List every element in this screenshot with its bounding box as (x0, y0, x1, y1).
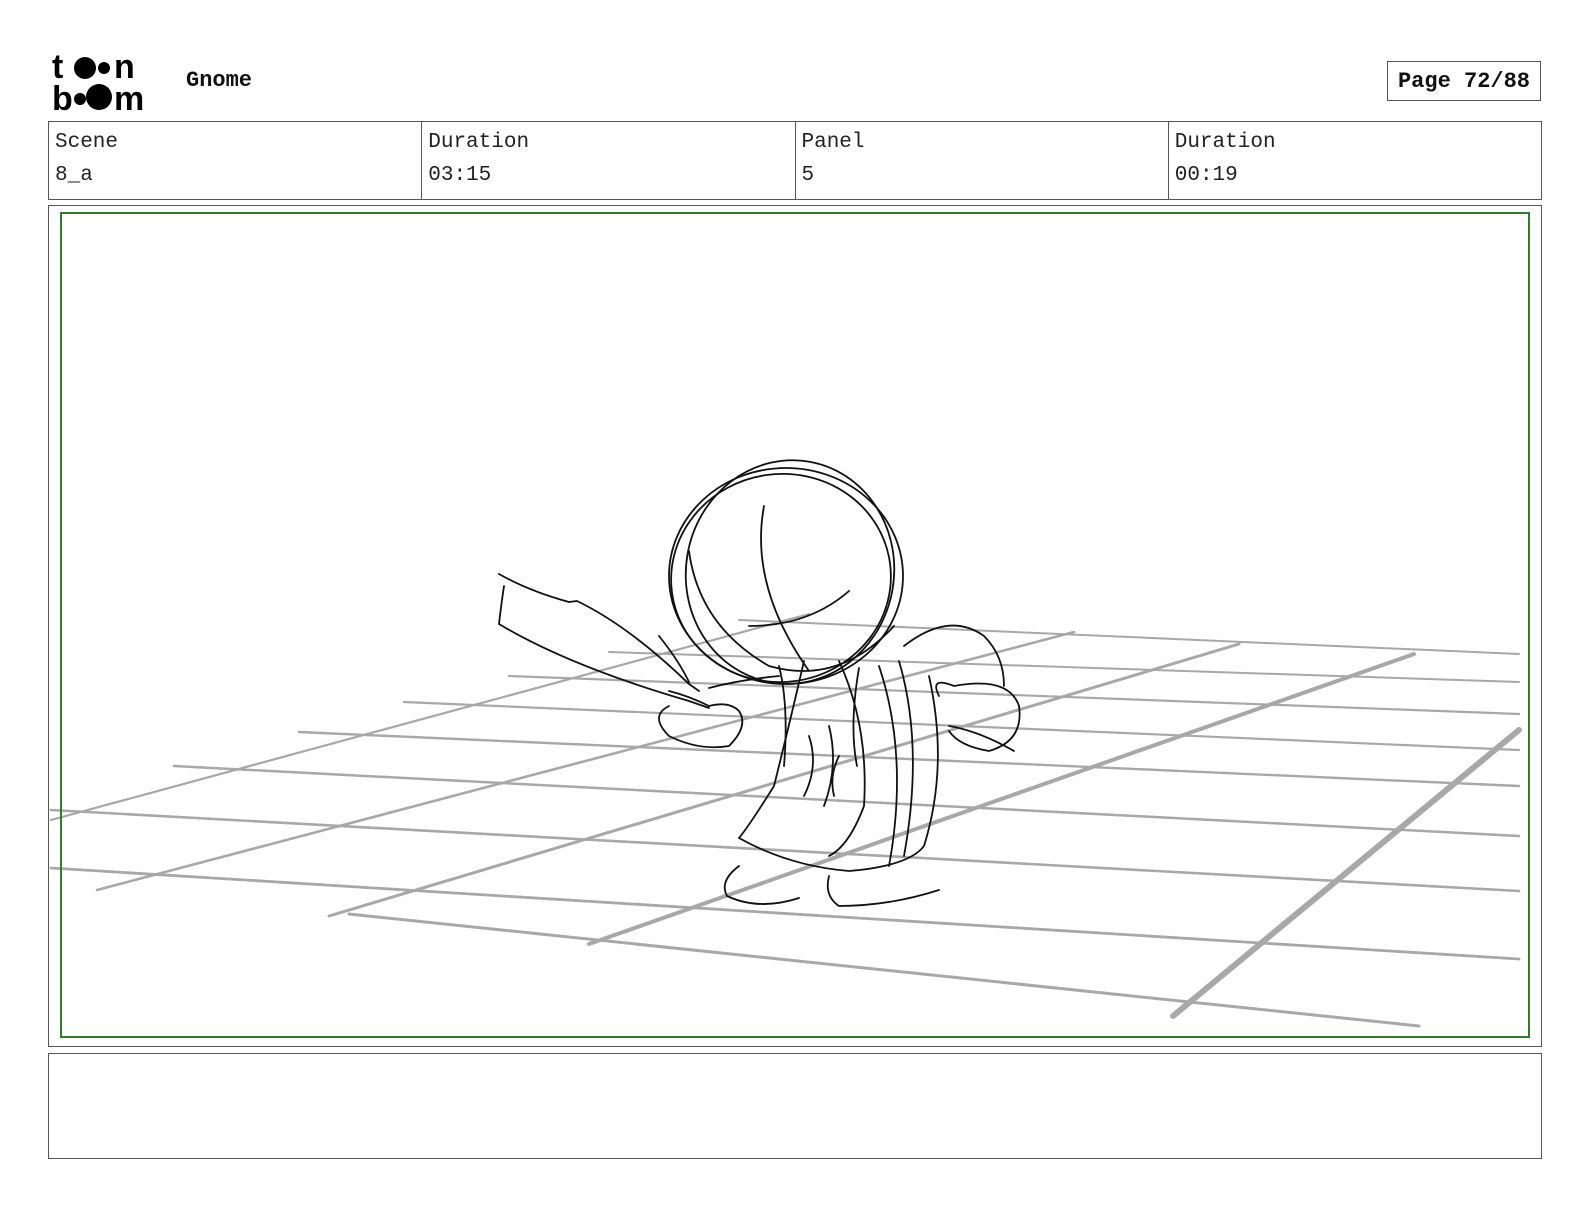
scene-label: Scene (55, 131, 119, 154)
svg-text:m: m (114, 80, 144, 114)
page-indicator: Page 72/88 (1387, 61, 1541, 101)
scene-cell: Scene 8_a (49, 122, 423, 199)
scene-duration-label: Duration (428, 131, 530, 154)
scene-value: 8_a (55, 164, 93, 187)
panel-label: Panel (801, 131, 865, 154)
project-title: Gnome (186, 68, 253, 93)
caption-box (48, 1053, 1542, 1159)
panel-value: 5 (801, 164, 815, 187)
page-label: Page 72/88 (1397, 68, 1531, 94)
panel-cell: Panel 5 (796, 122, 1169, 199)
panel-duration-label: Duration (1174, 131, 1276, 154)
panel-duration-cell: Duration 00:19 (1169, 122, 1541, 199)
svg-text:b: b (52, 80, 73, 114)
toonboom-logo: t n b m (52, 50, 144, 114)
scene-duration-value: 03:15 (428, 164, 492, 187)
safe-frame (60, 212, 1530, 1038)
scene-duration-cell: Duration 03:15 (422, 122, 796, 199)
scene-info-table: Scene 8_a Duration 03:15 Panel 5 Duratio… (48, 121, 1542, 200)
panel-duration-value: 00:19 (1174, 164, 1238, 187)
